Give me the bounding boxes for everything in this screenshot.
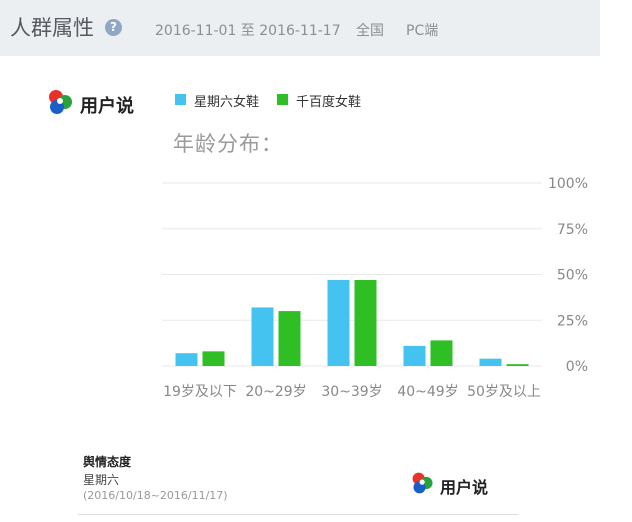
bar-series-a <box>327 279 350 366</box>
x-tick-label: 19岁及以下 <box>163 384 237 400</box>
divider <box>78 514 518 515</box>
y-tick-label: 0% <box>566 359 588 375</box>
y-tick-label: 100% <box>548 176 588 192</box>
bar-series-a <box>403 345 426 366</box>
y-tick-label: 50% <box>557 268 588 284</box>
bar-series-b <box>506 364 529 366</box>
x-tick-label: 20~29岁 <box>245 384 306 400</box>
bar-series-b <box>278 311 301 366</box>
bar-series-b <box>430 340 453 366</box>
app-logo-icon <box>412 472 433 494</box>
sentiment-title: 舆情态度 <box>83 455 132 469</box>
bar-series-a <box>175 353 198 366</box>
sentiment-subject: 星期六 <box>83 473 120 487</box>
bar-series-a <box>251 307 274 366</box>
age-distribution-chart: 100% 75% 50% 25% 0% 19岁及以下 20~29岁 30~39岁 40~49岁 5… <box>162 176 588 400</box>
bar-series-b <box>354 279 377 366</box>
x-tick-label: 40~49岁 <box>397 384 458 400</box>
y-tick-label: 75% <box>557 222 588 238</box>
app-logo-text: 用户说 <box>440 478 489 497</box>
y-tick-label: 25% <box>557 313 588 329</box>
x-tick-label: 50岁及以上 <box>467 384 541 400</box>
x-tick-label: 30~39岁 <box>321 384 382 400</box>
sentiment-range: (2016/10/18~2016/11/17) <box>83 489 228 502</box>
bar-series-a <box>479 358 502 366</box>
bar-series-b <box>202 351 225 366</box>
